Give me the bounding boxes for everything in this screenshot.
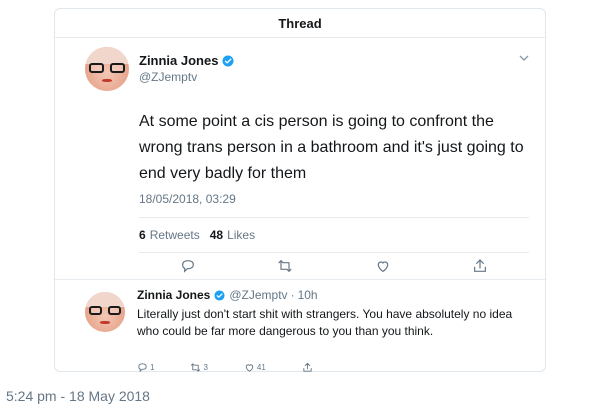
verified-badge-icon	[214, 289, 225, 301]
reply-share-button[interactable]	[302, 362, 313, 373]
thread-header: Thread	[55, 9, 545, 38]
author-block[interactable]: Zinnia Jones	[139, 53, 234, 68]
retweet-icon[interactable]	[277, 258, 293, 274]
verified-badge-icon	[222, 55, 234, 66]
reply-reply-button[interactable]: 1	[137, 362, 154, 373]
reply-avatar[interactable]	[85, 292, 125, 332]
share-icon[interactable]	[472, 258, 488, 274]
reply-retweet-count: 3	[203, 363, 208, 372]
reply-author-handle[interactable]: @ZJemptv	[229, 288, 287, 302]
post-timestamp[interactable]: 5:24 pm - 18 May 2018	[6, 388, 150, 404]
tweet-actions	[139, 255, 529, 277]
reply-tweet[interactable]: Zinnia Jones @ZJemptv · 10h Literally ju…	[55, 279, 545, 373]
reply-icon[interactable]	[180, 258, 196, 274]
thread-card: Thread Zinnia Jones @ZJemptv At some poi…	[54, 8, 546, 373]
tweet-stats: 6 Retweets 48 Likes	[139, 217, 529, 253]
likes-count[interactable]: 48	[210, 228, 223, 242]
tweet-timestamp[interactable]: 18/05/2018, 03:29	[139, 192, 236, 206]
reply-like-count: 41	[256, 363, 266, 372]
reply-separator: ·	[290, 288, 295, 302]
retweets-label[interactable]: Retweets	[150, 228, 200, 242]
reply-author-row: Zinnia Jones @ZJemptv · 10h	[137, 288, 318, 302]
reply-icon	[138, 363, 147, 373]
reply-text: Literally just don't start shit with str…	[137, 307, 513, 338]
thread-title: Thread	[278, 15, 322, 31]
reply-age[interactable]: 10h	[298, 288, 318, 302]
reply-reply-count: 1	[150, 363, 155, 372]
reply-like-button[interactable]: 41	[244, 362, 266, 373]
reply-actions: 1 3 41	[137, 362, 349, 373]
chevron-down-icon[interactable]	[519, 53, 529, 65]
avatar[interactable]	[85, 47, 129, 91]
like-icon	[245, 364, 254, 372]
tweet-text: At some point a cis person is going to c…	[139, 113, 524, 182]
retweets-count[interactable]: 6	[139, 228, 146, 242]
retweet-icon	[191, 363, 201, 372]
likes-label[interactable]: Likes	[227, 228, 255, 242]
like-icon[interactable]	[375, 258, 391, 274]
author-display-name[interactable]: Zinnia Jones	[139, 53, 218, 68]
reply-author-display-name[interactable]: Zinnia Jones	[137, 288, 210, 302]
author-handle[interactable]: @ZJemptv	[139, 70, 197, 84]
share-icon	[303, 362, 312, 372]
reply-retweet-button[interactable]: 3	[190, 362, 208, 373]
